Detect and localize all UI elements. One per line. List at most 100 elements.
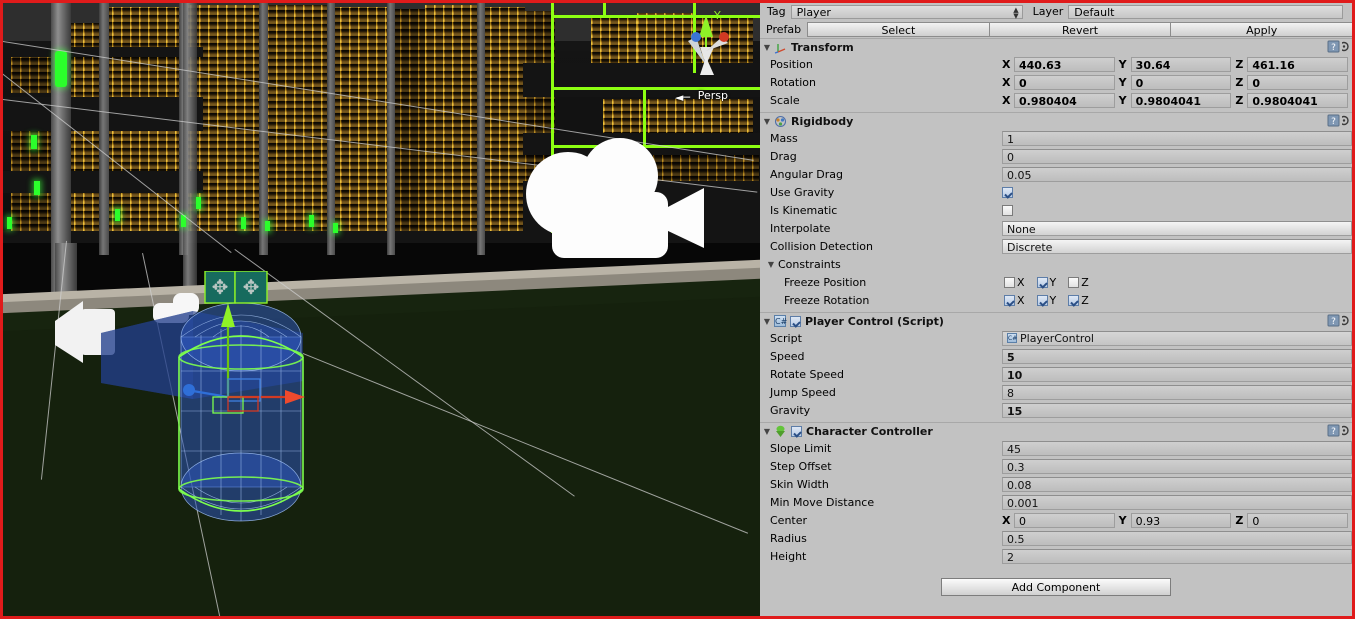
gravity-row[interactable]: Gravity 15	[760, 401, 1352, 419]
rotation-x-field[interactable]: 0	[1014, 74, 1115, 90]
field-label: Position	[770, 57, 813, 71]
use-gravity-checkbox[interactable]	[1002, 186, 1013, 198]
speed-field[interactable]: 5	[1002, 348, 1352, 364]
center-z-field[interactable]: 0	[1247, 512, 1349, 528]
radius-field[interactable]: 0.5	[1002, 530, 1352, 546]
position-x-field[interactable]: 440.63	[1014, 56, 1115, 72]
constraints-foldout-row[interactable]: ▼ Constraints	[760, 255, 1352, 273]
center-x-field[interactable]: 0	[1014, 512, 1115, 528]
add-component-button[interactable]: Add Component	[941, 578, 1171, 596]
rigidbody-is-kinematic-row[interactable]: Is Kinematic	[760, 201, 1352, 219]
help-icon[interactable]: ?	[1327, 424, 1340, 437]
prefab-apply-button[interactable]: Apply	[1170, 21, 1352, 37]
help-icon[interactable]: ?	[1327, 314, 1340, 327]
jump-speed-row[interactable]: Jump Speed 8	[760, 383, 1352, 401]
help-icon[interactable]: ?	[1327, 40, 1340, 53]
height-row[interactable]: Height 2	[760, 547, 1352, 565]
rotate-speed-field[interactable]: 10	[1002, 366, 1352, 382]
jump-speed-field[interactable]: 8	[1002, 384, 1352, 400]
light-marker	[115, 209, 120, 221]
rigidbody-use-gravity-row[interactable]: Use Gravity	[760, 183, 1352, 201]
skin-width-row[interactable]: Skin Width 0.08	[760, 475, 1352, 493]
center-row[interactable]: Center X 0 Y 0.93 Z 0	[760, 511, 1352, 529]
skin-width-field[interactable]: 0.08	[1002, 476, 1352, 492]
speed-row[interactable]: Speed 5	[760, 347, 1352, 365]
foldout-arrow-icon[interactable]: ▼	[760, 43, 774, 52]
rigidbody-interpolate-row[interactable]: Interpolate None	[760, 219, 1352, 237]
scene-view[interactable]: ✥ ✥ Y ◄─ Persp	[0, 0, 760, 619]
pallet-rack	[331, 7, 391, 253]
gear-icon[interactable]	[1342, 424, 1350, 437]
prefab-select-button[interactable]: Select	[807, 21, 990, 37]
freeze-position-y-checkbox[interactable]	[1036, 276, 1048, 288]
layer-dropdown[interactable]: Default	[1068, 4, 1344, 19]
rotation-y-field[interactable]: 0	[1130, 74, 1232, 90]
support-column	[327, 3, 335, 255]
angular-drag-field[interactable]: 0.05	[1002, 166, 1352, 182]
scale-z-field[interactable]: 0.9804041	[1247, 92, 1349, 108]
step-offset-field[interactable]: 0.3	[1002, 458, 1352, 474]
freeze-position-z-checkbox[interactable]	[1068, 276, 1080, 288]
player-object-gizmo[interactable]: ✥ ✥	[53, 271, 343, 541]
svg-text:?: ?	[1331, 427, 1336, 437]
scene-projection-label[interactable]: Persp	[698, 89, 728, 102]
center-y-field[interactable]: 0.93	[1130, 512, 1232, 528]
freeze-rotation-z-checkbox[interactable]	[1068, 294, 1080, 306]
rigidbody-mass-row[interactable]: Mass 1	[760, 129, 1352, 147]
foldout-arrow-icon[interactable]: ▼	[760, 427, 774, 436]
height-field[interactable]: 2	[1002, 548, 1352, 564]
help-icon[interactable]: ?	[1327, 114, 1340, 127]
collision-detection-dropdown[interactable]: Discrete	[1002, 238, 1352, 254]
min-move-distance-field[interactable]: 0.001	[1002, 494, 1352, 510]
component-header-player-control[interactable]: ▼ C# Player Control (Script) ?	[760, 312, 1352, 329]
character-controller-enabled-checkbox[interactable]	[791, 425, 802, 437]
gravity-field[interactable]: 15	[1002, 402, 1352, 418]
tag-dropdown[interactable]: Player ▲ ▼	[790, 4, 1023, 19]
component-header-transform[interactable]: ▼ Transform ?	[760, 38, 1352, 55]
slope-limit-field[interactable]: 45	[1002, 440, 1352, 456]
position-y-field[interactable]: 30.64	[1130, 56, 1232, 72]
rotation-z-field[interactable]: 0	[1247, 74, 1349, 90]
interpolate-dropdown[interactable]: None	[1002, 220, 1352, 236]
player-control-enabled-checkbox[interactable]	[790, 315, 801, 327]
freeze-position-row[interactable]: Freeze Position X Y Z	[760, 273, 1352, 291]
min-move-distance-row[interactable]: Min Move Distance 0.001	[760, 493, 1352, 511]
mass-field[interactable]: 1	[1002, 130, 1352, 146]
field-label: Gravity	[770, 403, 811, 417]
scale-x-field[interactable]: 0.980404	[1014, 92, 1115, 108]
position-z-field[interactable]: 461.16	[1247, 56, 1349, 72]
component-title: Transform	[791, 40, 854, 54]
freeze-rotation-x-checkbox[interactable]	[1004, 294, 1015, 306]
foldout-arrow-icon[interactable]: ▼	[760, 317, 774, 326]
drag-field[interactable]: 0	[1002, 148, 1352, 164]
is-kinematic-checkbox[interactable]	[1002, 204, 1013, 216]
field-label: Step Offset	[770, 459, 832, 473]
slope-limit-row[interactable]: Slope Limit 45	[760, 439, 1352, 457]
freeze-rotation-row[interactable]: Freeze Rotation X Y Z	[760, 291, 1352, 309]
foldout-arrow-icon[interactable]: ▼	[764, 260, 778, 269]
axis-z-label: Z	[1081, 275, 1089, 289]
gear-icon[interactable]	[1342, 114, 1350, 127]
scene-orientation-gizmo[interactable]: Y	[670, 7, 742, 87]
rotate-speed-row[interactable]: Rotate Speed 10	[760, 365, 1352, 383]
freeze-position-x-checkbox[interactable]	[1004, 276, 1015, 288]
component-header-character-controller[interactable]: ▼ Character Controller ?	[760, 422, 1352, 439]
inspector-panel[interactable]: Tag Player ▲ ▼ Layer Default Prefab Selec…	[760, 0, 1355, 619]
transform-scale-row[interactable]: Scale X 0.980404 Y 0.9804041 Z 0.9804041	[760, 91, 1352, 109]
script-field-row[interactable]: Script C# PlayerControl	[760, 329, 1352, 347]
foldout-arrow-icon[interactable]: ▼	[760, 117, 774, 126]
prefab-revert-button[interactable]: Revert	[988, 21, 1172, 37]
transform-position-row[interactable]: Position X 440.63 Y 30.64 Z 461.16	[760, 55, 1352, 73]
gear-icon[interactable]	[1342, 40, 1350, 53]
rigidbody-collision-detection-row[interactable]: Collision Detection Discrete	[760, 237, 1352, 255]
radius-row[interactable]: Radius 0.5	[760, 529, 1352, 547]
scale-y-field[interactable]: 0.9804041	[1130, 92, 1232, 108]
script-object-field[interactable]: C# PlayerControl	[1002, 330, 1352, 346]
freeze-rotation-y-checkbox[interactable]	[1036, 294, 1048, 306]
rigidbody-drag-row[interactable]: Drag 0	[760, 147, 1352, 165]
transform-rotation-row[interactable]: Rotation X 0 Y 0 Z 0	[760, 73, 1352, 91]
rigidbody-angular-drag-row[interactable]: Angular Drag 0.05	[760, 165, 1352, 183]
gear-icon[interactable]	[1342, 314, 1350, 327]
component-header-rigidbody[interactable]: ▼ Rigidbody ?	[760, 112, 1352, 129]
step-offset-row[interactable]: Step Offset 0.3	[760, 457, 1352, 475]
